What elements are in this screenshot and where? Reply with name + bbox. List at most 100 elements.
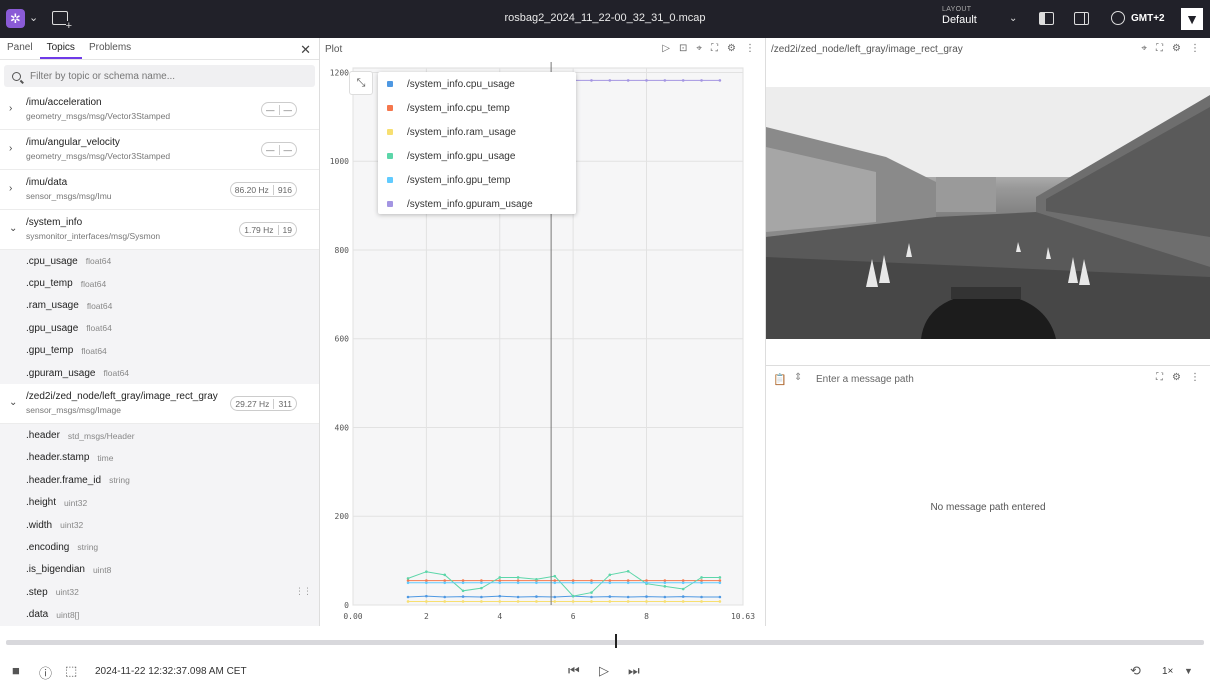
data-point xyxy=(571,594,575,598)
topic-field-row[interactable]: .gpu_usage float64 xyxy=(0,317,319,340)
topic-schema: sensor_msgs/msg/Imu xyxy=(26,191,112,201)
data-point xyxy=(480,600,483,603)
field-name: .height xyxy=(26,497,57,509)
chevron-down-icon[interactable]: ⌄ xyxy=(9,223,17,234)
topic-row[interactable]: ⌄ /zed2i/zed_node/left_gray/image_rect_gr… xyxy=(0,384,319,425)
data-point xyxy=(590,579,593,582)
timezone-label[interactable]: GMT+2 xyxy=(1131,13,1165,24)
field-name: .gpu_temp xyxy=(26,345,74,357)
topic-stats-badge: 29.27 Hz 311 xyxy=(230,396,297,412)
data-point xyxy=(425,579,428,582)
info-icon[interactable]: ⓘ xyxy=(39,663,52,682)
topic-field-row[interactable]: .height uint32 xyxy=(0,491,319,514)
chevron-right-icon[interactable]: › xyxy=(9,103,12,114)
image-panel: /zed2i/zed_node/left_gray/image_rect_gra… xyxy=(766,38,1210,366)
collapse-legend-button[interactable]: ⤡ xyxy=(349,71,373,95)
legend-item[interactable]: /system_info.cpu_temp xyxy=(378,96,576,120)
crosshair-icon[interactable]: ⌖ xyxy=(1141,43,1147,54)
settings-icon[interactable]: ⚙ xyxy=(1172,372,1181,383)
topic-filter-input[interactable] xyxy=(30,70,290,82)
data-point xyxy=(590,591,593,594)
left-sidebar-toggle-icon[interactable] xyxy=(1039,12,1054,25)
topic-field-row[interactable]: .header.stamp time xyxy=(0,446,319,470)
topic-field-row[interactable]: .width uint32 xyxy=(0,513,319,537)
expand-icon[interactable]: ⇕ xyxy=(794,372,802,383)
topic-field-row[interactable]: .gpuram_usage float64 xyxy=(0,361,319,385)
user-menu-logo[interactable]: ▼ xyxy=(1181,8,1203,30)
loop-icon[interactable]: ⬚ xyxy=(65,663,77,679)
seek-backward-icon[interactable]: ⏮ xyxy=(568,663,580,679)
legend-label: /system_info.gpu_usage xyxy=(407,150,516,162)
file-name: rosbag2_2024_11_22-00_32_31_0.mcap xyxy=(504,12,706,24)
topic-stats-badge: — — xyxy=(261,102,297,117)
image-topic-title: /zed2i/zed_node/left_gray/image_rect_gra… xyxy=(771,44,963,55)
topic-row[interactable]: › /imu/acceleration geometry_msgs/msg/Vect… xyxy=(0,90,319,130)
layout-selector[interactable]: LAYOUT Default xyxy=(942,6,977,26)
data-point xyxy=(480,586,483,590)
new-window-icon[interactable] xyxy=(52,11,72,31)
globe-icon[interactable] xyxy=(1111,11,1125,25)
legend-swatch xyxy=(387,177,393,183)
legend-item[interactable]: /system_info.cpu_usage xyxy=(378,72,576,96)
topic-field-row[interactable]: .step uint32 ⋮⋮ xyxy=(0,581,319,604)
more-icon[interactable]: ⋮ xyxy=(1190,43,1200,54)
sync-off-icon[interactable]: ⟲ xyxy=(1130,663,1141,679)
topic-field-row[interactable]: .cpu_usage float64 xyxy=(0,250,319,273)
legend-swatch xyxy=(387,201,393,207)
playback-speed[interactable]: 1× xyxy=(1162,666,1173,677)
chevron-right-icon[interactable]: › xyxy=(9,183,12,194)
close-icon[interactable]: ✕ xyxy=(300,42,311,58)
chevron-right-icon[interactable]: › xyxy=(9,143,12,154)
stop-icon[interactable]: ■ xyxy=(12,663,20,678)
topic-field-row[interactable]: .gpu_temp float64 xyxy=(0,339,319,362)
topic-count: — xyxy=(278,104,297,115)
fullscreen-icon[interactable]: ⛶ xyxy=(1156,43,1163,54)
legend-item[interactable]: /system_info.gpu_temp xyxy=(378,168,576,192)
app-menu-button[interactable]: ✲ xyxy=(6,9,25,28)
chevron-down-icon[interactable]: ▼ xyxy=(1184,666,1193,676)
topic-field-row[interactable]: .encoding string xyxy=(0,536,319,559)
x-tick-label: 6 xyxy=(571,612,576,621)
topic-field-row[interactable]: .data uint8[] xyxy=(0,603,319,626)
more-icon[interactable]: ⋮ xyxy=(1190,372,1200,383)
playback-scrubber[interactable] xyxy=(6,640,1204,645)
data-point xyxy=(645,595,648,598)
fullscreen-icon[interactable]: ⛶ xyxy=(1156,372,1163,383)
drag-handle-icon[interactable]: ⋮⋮ xyxy=(295,586,312,597)
play-icon[interactable]: ▷ xyxy=(599,663,609,679)
camera-image[interactable] xyxy=(766,87,1210,339)
right-sidebar-toggle-icon[interactable] xyxy=(1074,12,1089,25)
chevron-down-icon[interactable]: ⌄ xyxy=(1009,13,1017,24)
seek-forward-icon[interactable]: ⏭ xyxy=(628,663,640,679)
legend-item[interactable]: /system_info.ram_usage xyxy=(378,120,576,144)
plot-panel: Plot ▷ ⊡ ⌖ ⛶ ⚙ ⋮ 0 200 400 600 800 1000 1200 0.… xyxy=(320,38,766,626)
chevron-down-icon[interactable]: ⌄ xyxy=(29,11,38,24)
topic-field-row[interactable]: .cpu_temp float64 xyxy=(0,272,319,295)
settings-icon[interactable]: ⚙ xyxy=(1172,43,1181,54)
data-point xyxy=(535,595,538,598)
tab-topics[interactable]: Topics xyxy=(39,42,82,59)
legend-item[interactable]: /system_info.gpu_usage xyxy=(378,144,576,168)
data-point xyxy=(718,595,722,599)
topic-row[interactable]: › /imu/data sensor_msgs/msg/Imu 86.20 Hz 916 xyxy=(0,170,319,210)
clipboard-icon[interactable]: 📋 xyxy=(773,373,787,386)
topic-field-row[interactable]: .header.frame_id string xyxy=(0,469,319,492)
tab-panel[interactable]: Panel xyxy=(0,42,40,59)
field-name: .gpuram_usage xyxy=(26,367,96,379)
chevron-down-icon[interactable]: ⌄ xyxy=(9,397,17,408)
topic-field-row[interactable]: .header std_msgs/Header xyxy=(0,424,319,447)
legend-item[interactable]: /system_info.gpuram_usage xyxy=(378,192,576,216)
topic-field-row[interactable]: .is_bigendian uint8 xyxy=(0,558,319,582)
playhead-marker[interactable] xyxy=(614,634,617,648)
data-point xyxy=(480,581,483,585)
data-point xyxy=(681,79,685,82)
topic-field-row[interactable]: .ram_usage float64 xyxy=(0,294,319,318)
x-tick-label: 2 xyxy=(424,612,429,621)
topic-row[interactable]: › /imu/angular_velocity geometry_msgs/msg/… xyxy=(0,130,319,170)
message-path-input[interactable] xyxy=(816,374,1116,385)
topic-row[interactable]: ⌄ /system_info sysmonitor_interfaces/msg/S… xyxy=(0,210,319,250)
data-point xyxy=(626,569,630,573)
tab-problems[interactable]: Problems xyxy=(82,42,138,59)
playback-timestamp[interactable]: 2024-11-22 12:32:37.098 AM CET xyxy=(95,666,247,677)
data-point xyxy=(498,581,502,585)
